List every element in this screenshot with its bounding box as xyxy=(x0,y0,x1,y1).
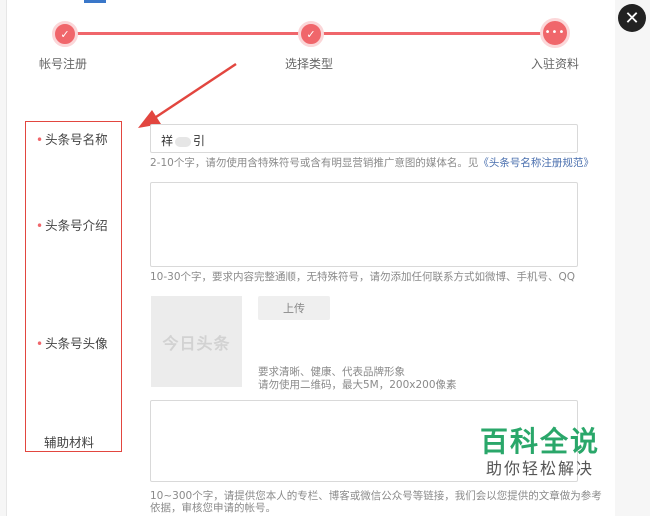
avatar-hint-2: 请勿使用二维码，最大5M，200x200像素 xyxy=(258,379,457,391)
name-rules-link[interactable]: 《头条号名称注册规范》 xyxy=(478,157,594,169)
intro-label: • 头条号介绍 xyxy=(36,218,108,233)
avatar-placeholder: 今日头条 xyxy=(151,296,242,387)
materials-hint-2: 依据，审核您申请的帐号。 xyxy=(150,502,276,514)
avatar-label: • 头条号头像 xyxy=(36,336,108,351)
watermark-title: 百科全说 xyxy=(480,425,601,458)
upload-button[interactable]: 上传 xyxy=(258,296,330,320)
materials-label: 辅助材料 xyxy=(44,435,95,450)
watermark-subtitle: 助你轻松解决 xyxy=(486,459,595,478)
watermark-logo: 百科全说 助你轻松解决 xyxy=(480,426,600,480)
name-label: • 头条号名称 xyxy=(36,132,108,147)
name-hint: 2-10个字，请勿使用含特殊符号或含有明显营销推广意图的媒体名。见《头条号名称注… xyxy=(150,157,594,169)
intro-textarea[interactable] xyxy=(150,182,578,267)
name-input[interactable]: 祥引 xyxy=(150,124,578,153)
intro-hint: 10-30个字，要求内容完整通顺，无特殊符号，请勿添加任何联系方式如微博、手机号… xyxy=(150,271,576,283)
labels-highlight-box xyxy=(25,121,122,452)
